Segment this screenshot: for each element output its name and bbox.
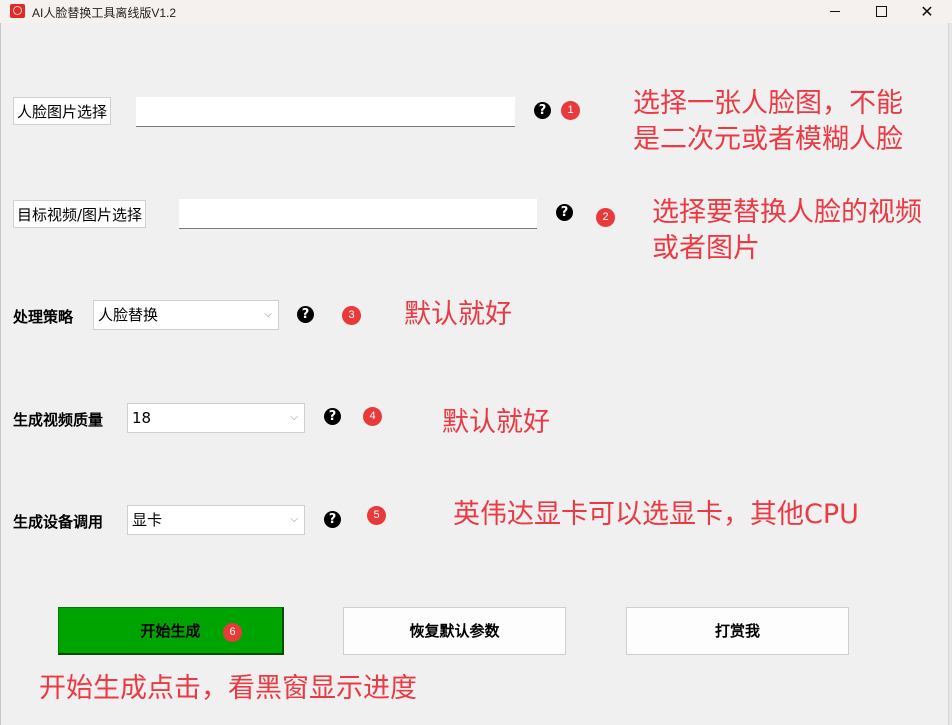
annotation-line: 选择一张人脸图，不能	[633, 88, 903, 119]
annotation-start: 开始生成点击，看黑窗显示进度	[39, 673, 417, 704]
minimize-button[interactable]	[812, 0, 858, 23]
restore-defaults-button[interactable]: 恢复默认参数	[343, 607, 566, 655]
annotation-line: 默认就好	[404, 299, 512, 330]
tip-me-button[interactable]: 打赏我	[626, 607, 849, 655]
annotation-face-image: 选择一张人脸图，不能 是二次元或者模糊人脸	[633, 86, 903, 158]
annotation-line: 是二次元或者模糊人脸	[633, 124, 903, 155]
window-scrollbar-edge	[948, 23, 952, 725]
step-badge-5: 5	[367, 506, 386, 525]
video-quality-selected-value: 18	[132, 409, 152, 427]
target-video-select-button[interactable]: 目标视频/图片选择	[13, 200, 147, 228]
close-icon: ✕	[920, 1, 934, 21]
start-generate-button[interactable]: 开始生成	[58, 607, 284, 655]
annotation-target-video: 选择要替换人脸的视频 或者图片	[652, 195, 922, 267]
step-badge-3: 3	[342, 306, 361, 325]
target-video-path-input[interactable]	[179, 199, 537, 229]
chevron-down-icon: ⌵	[264, 309, 272, 320]
start-generate-label: 开始生成	[140, 622, 201, 640]
annotation-line: 默认就好	[442, 407, 550, 438]
annotation-line: 或者图片	[652, 233, 760, 264]
device-label: 生成设备调用	[13, 513, 104, 531]
annotation-line: 选择要替换人脸的视频	[652, 197, 922, 228]
device-selected-value: 显卡	[132, 511, 163, 529]
help-icon[interactable]: ?	[556, 204, 573, 221]
maximize-button[interactable]	[858, 0, 904, 23]
help-icon[interactable]: ?	[297, 306, 314, 323]
help-icon[interactable]: ?	[324, 408, 341, 425]
help-icon[interactable]: ?	[534, 102, 551, 119]
annotation-line: 英伟达显卡可以选显卡，其他CPU	[453, 499, 859, 530]
video-quality-label: 生成视频质量	[13, 411, 104, 429]
close-button[interactable]: ✕	[904, 0, 950, 23]
step-badge-1: 1	[561, 101, 580, 120]
app-logo-icon	[10, 4, 25, 18]
annotation-device: 英伟达显卡可以选显卡，其他CPU	[453, 497, 859, 533]
device-select[interactable]: 显卡 ⌵	[127, 505, 305, 535]
minimize-icon	[830, 11, 840, 12]
strategy-select[interactable]: 人脸替换 ⌵	[93, 300, 279, 330]
face-image-select-button[interactable]: 人脸图片选择	[13, 97, 112, 125]
strategy-label: 处理策略	[13, 308, 74, 326]
annotation-video-quality: 默认就好	[442, 405, 550, 441]
help-icon[interactable]: ?	[324, 511, 341, 528]
face-image-path-input[interactable]	[136, 97, 515, 127]
step-badge-4: 4	[363, 407, 382, 426]
chevron-down-icon: ⌵	[290, 514, 298, 525]
video-quality-select[interactable]: 18 ⌵	[127, 403, 305, 433]
step-badge-6: 6	[223, 623, 242, 642]
window-border-left	[0, 23, 1, 725]
window-title: AI人脸替换工具离线版V1.2	[32, 6, 177, 20]
strategy-selected-value: 人脸替换	[98, 306, 159, 324]
step-badge-2: 2	[596, 208, 615, 227]
chevron-down-icon: ⌵	[290, 412, 298, 423]
annotation-strategy: 默认就好	[404, 297, 512, 333]
title-bar: AI人脸替换工具离线版V1.2 ✕	[0, 0, 952, 23]
maximize-icon	[875, 6, 887, 17]
